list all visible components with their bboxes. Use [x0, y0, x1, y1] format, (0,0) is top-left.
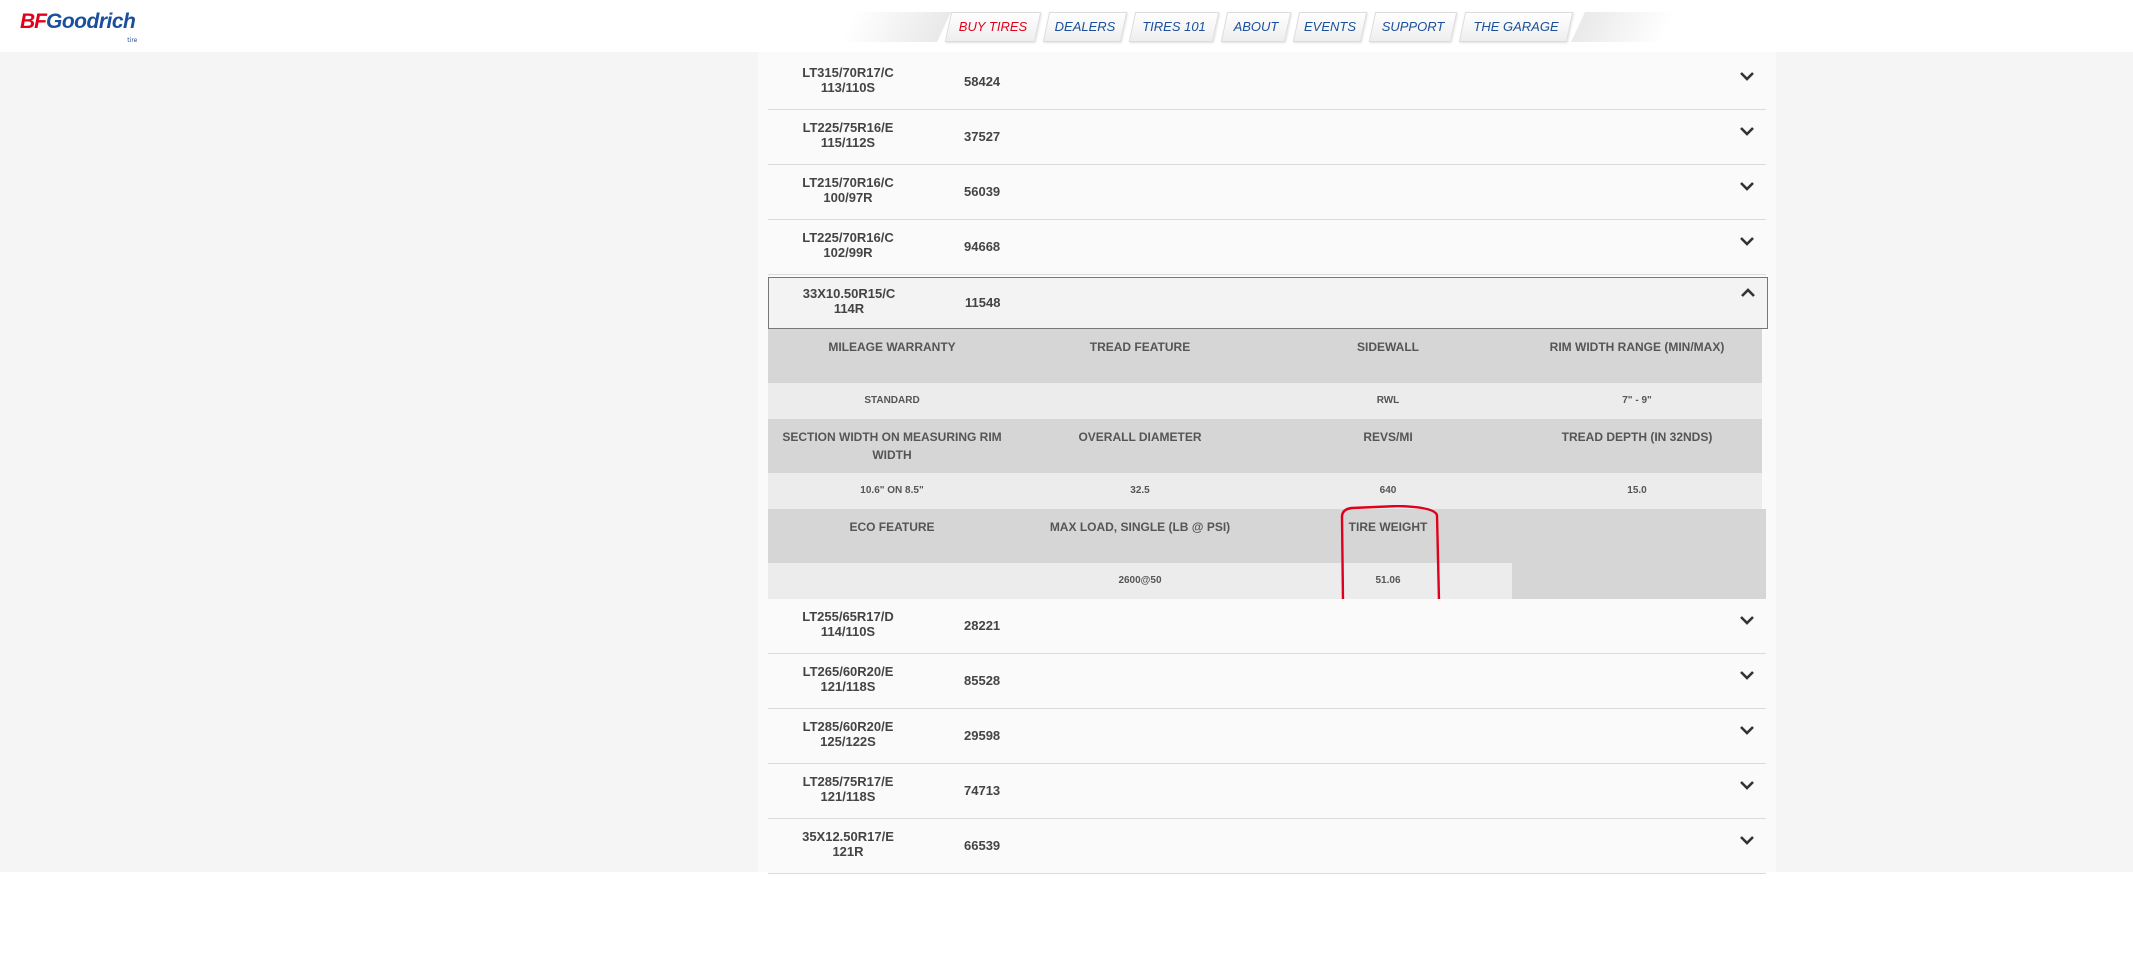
tire-size-label: LT215/70R16/C 100/97R — [802, 175, 894, 205]
chevron-down-icon[interactable] — [1738, 232, 1756, 250]
spec-value — [1016, 383, 1264, 419]
tire-row[interactable]: LT285/75R17/E 121/118S 74713 — [768, 764, 1766, 819]
chevron-down-icon[interactable] — [1738, 721, 1756, 739]
spec-header: OVERALL DIAMETER — [1016, 419, 1264, 473]
chevron-down-icon[interactable] — [1738, 67, 1756, 85]
main-nav: BUY TIRES DEALERS TIRES 101 ABOUT EVENTS… — [841, 8, 1675, 42]
article-number: 58424 — [964, 74, 1001, 89]
logo-bf: BF — [20, 10, 47, 33]
spec-value: 2600@50 — [1016, 563, 1264, 599]
spec-value: 640 — [1264, 473, 1512, 509]
left-gutter — [0, 52, 758, 872]
spec-empty-cell — [1512, 509, 1766, 599]
tire-size-label: 35X12.50R17/E 121R — [802, 829, 894, 859]
tire-row[interactable]: LT255/65R17/D 114/110S 28221 — [768, 599, 1766, 654]
chevron-up-icon[interactable] — [1739, 284, 1757, 302]
nav-fade-left — [841, 12, 951, 42]
spec-value: 32.5 — [1016, 473, 1264, 509]
tire-row[interactable]: LT225/70R16/C 102/99R 94668 — [768, 220, 1766, 275]
chevron-down-icon[interactable] — [1738, 831, 1756, 849]
nav-the-garage[interactable]: THE GARAGE — [1462, 12, 1570, 42]
article-number: 74713 — [964, 783, 1001, 798]
nav-tires-101[interactable]: TIRES 101 — [1132, 12, 1216, 42]
spec-header: MAX LOAD, SINGLE (LB @ PSI) — [1016, 509, 1264, 563]
tire-specs-panel: MILEAGE WARRANTY TREAD FEATURE SIDEWALL … — [768, 329, 1766, 603]
tire-size-label: LT255/65R17/D 114/110S — [802, 609, 894, 639]
red-highlight-annotation — [1340, 505, 1441, 603]
chevron-down-icon[interactable] — [1738, 666, 1756, 684]
spec-value: 7" - 9" — [1512, 383, 1762, 419]
nav-dealers[interactable]: DEALERS — [1046, 12, 1124, 42]
spec-value: STANDARD — [768, 383, 1016, 419]
spec-header: TREAD DEPTH (IN 32NDS) — [1512, 419, 1762, 473]
article-number: 29598 — [964, 728, 1001, 743]
tire-size-label: LT315/70R17/C 113/110S — [802, 65, 894, 95]
tire-size-label: LT225/70R16/C 102/99R — [802, 230, 894, 260]
article-number: 37527 — [964, 129, 1001, 144]
article-number: 85528 — [964, 673, 1001, 688]
article-number: 28221 — [964, 618, 1001, 633]
spec-value: 15.0 — [1512, 473, 1762, 509]
bfgoodrich-logo[interactable]: BFGoodrich tire — [20, 10, 137, 44]
chevron-down-icon[interactable] — [1738, 776, 1756, 794]
chevron-down-icon[interactable] — [1738, 122, 1756, 140]
logo-goodrich: Goodrich — [46, 10, 136, 33]
tire-size-label: LT285/60R20/E 125/122S — [802, 719, 894, 749]
logo-tm: tire — [127, 37, 138, 44]
tire-size-label: 33X10.50R15/C 114R — [802, 286, 896, 316]
nav-buy-tires[interactable]: BUY TIRES — [948, 12, 1038, 42]
spec-header: SECTION WIDTH ON MEASURING RIM WIDTH — [768, 419, 1016, 473]
chevron-down-icon[interactable] — [1738, 611, 1756, 629]
article-number: 94668 — [964, 239, 1001, 254]
nav-fade-right — [1571, 12, 1675, 42]
tire-row[interactable]: LT315/70R17/C 113/110S 58424 — [768, 55, 1766, 110]
tire-size-label: LT225/75R16/E 115/112S — [802, 120, 894, 150]
spec-header: RIM WIDTH RANGE (MIN/MAX) — [1512, 329, 1762, 383]
tire-row[interactable]: LT265/60R20/E 121/118S 85528 — [768, 654, 1766, 709]
tire-row[interactable]: LT285/60R20/E 125/122S 29598 — [768, 709, 1766, 764]
spec-header: TREAD FEATURE — [1016, 329, 1264, 383]
tire-size-label: LT265/60R20/E 121/118S — [802, 664, 894, 694]
article-number: 11548 — [965, 295, 1001, 310]
tire-row[interactable]: LT215/70R16/C 100/97R 56039 — [768, 165, 1766, 220]
spec-value: 10.6" ON 8.5" — [768, 473, 1016, 509]
spec-header: ECO FEATURE — [768, 509, 1016, 563]
tire-size-label: LT285/75R17/E 121/118S — [802, 774, 894, 804]
tire-row[interactable]: 35X12.50R17/E 121R 66539 — [768, 819, 1766, 874]
tire-row-expanded[interactable]: 33X10.50R15/C 114R 11548 — [768, 277, 1768, 329]
spec-value — [768, 563, 1016, 599]
nav-events[interactable]: EVENTS — [1296, 12, 1364, 42]
chevron-down-icon[interactable] — [1738, 177, 1756, 195]
nav-about[interactable]: ABOUT — [1224, 12, 1288, 42]
spec-header: REVS/MI — [1264, 419, 1512, 473]
spec-value: RWL — [1264, 383, 1512, 419]
nav-support[interactable]: SUPPORT — [1372, 12, 1454, 42]
site-header: BFGoodrich tire BUY TIRES DEALERS TIRES … — [0, 0, 2133, 52]
tire-row[interactable]: LT225/75R16/E 115/112S 37527 — [768, 110, 1766, 165]
article-number: 56039 — [964, 184, 1001, 199]
article-number: 66539 — [964, 838, 1001, 853]
spec-header: SIDEWALL — [1264, 329, 1512, 383]
tire-size-list: LT315/70R17/C 113/110S 58424 LT225/75R16/… — [768, 55, 1768, 874]
spec-header: MILEAGE WARRANTY — [768, 329, 1016, 383]
right-gutter — [1776, 52, 2133, 872]
